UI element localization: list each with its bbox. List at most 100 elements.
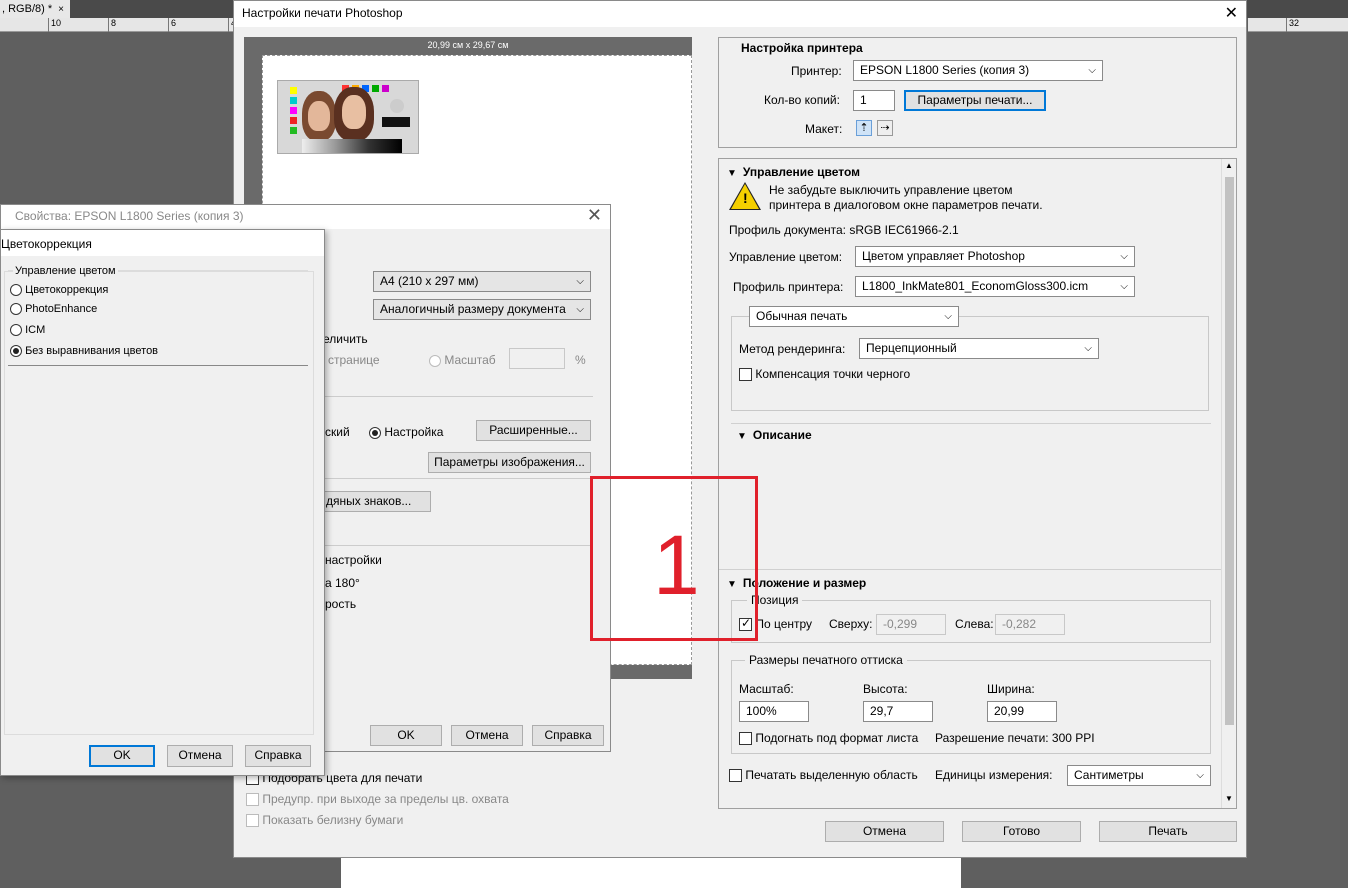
layout-label: Макет: (805, 122, 843, 136)
color-handling-select[interactable]: Цветом управляет Photoshop ⌵ (855, 246, 1135, 267)
ps-tab-close-icon[interactable]: × (58, 4, 64, 15)
height-input[interactable]: 29,7 (863, 701, 933, 722)
print-mode-select[interactable]: Обычная печать ⌵ (749, 306, 959, 327)
done-button[interactable]: Готово (962, 821, 1081, 842)
landscape-layout-icon[interactable]: ⇢ (877, 120, 893, 136)
chevron-down-icon: ⌵ (1120, 251, 1128, 262)
units-select[interactable]: Сантиметры ⌵ (1067, 765, 1211, 786)
watermark-button[interactable]: дяных знаков... (319, 491, 431, 512)
left-input[interactable]: -0,282 (995, 614, 1065, 635)
advanced-button[interactable]: Расширенные... (476, 420, 591, 441)
color-management-group-label: Управление цветом (13, 265, 118, 277)
gamut-warning-option[interactable]: Предупр. при выходе за пределы цв. охват… (246, 792, 509, 807)
ruler-tick: 32 (1286, 18, 1299, 32)
black-point-checkbox[interactable] (739, 368, 752, 382)
black-point-option[interactable]: Компенсация точки черного (739, 367, 910, 382)
scale-radio[interactable] (429, 354, 441, 367)
photoenhance-option[interactable]: PhotoEnhance (10, 303, 98, 316)
printer-profile-select[interactable]: L1800_InkMate801_EconomGloss300.icm ⌵ (855, 276, 1135, 297)
center-label: По центру (755, 617, 813, 631)
scale-input[interactable]: 100% (739, 701, 809, 722)
scrollbar-thumb[interactable] (1225, 177, 1234, 725)
divider (325, 478, 593, 479)
ps-canvas-paper (341, 858, 961, 888)
printer-select[interactable]: EPSON L1800 Series (копия 3) ⌵ (853, 60, 1103, 81)
height-label: Высота: (863, 682, 908, 696)
print-resolution: Разрешение печати: 300 PPI (935, 731, 1095, 745)
print-selection-option[interactable]: Печатать выделенную область (729, 768, 918, 783)
scroll-down-icon[interactable]: ▼ (1225, 794, 1233, 803)
extra-settings-label: настройки (325, 553, 382, 567)
no-color-adjustment-option[interactable]: Без выравнивания цветов (10, 345, 158, 358)
scale-label: Масштаб: (739, 682, 794, 696)
warning-line-2: принтера в диалоговом окне параметров пе… (769, 198, 1043, 212)
scale-option-label: Масштаб (444, 353, 496, 367)
custom-mode-radio[interactable] (369, 426, 381, 439)
fit-page-label: странице (328, 353, 380, 367)
annotation-number: 1 (653, 518, 700, 612)
epson-ok-button[interactable]: OK (370, 725, 442, 746)
printer-setup-header: Настройка принтера (741, 41, 863, 55)
paper-white-checkbox[interactable] (246, 814, 259, 828)
rendering-intent-select[interactable]: Перцепционный ⌵ (859, 338, 1099, 359)
icm-radio[interactable] (10, 324, 22, 337)
description-section-header[interactable]: ▼ Описание (737, 428, 812, 442)
image-options-button[interactable]: Параметры изображения... (428, 452, 591, 473)
epson-help-button[interactable]: Справка (532, 725, 604, 746)
width-input[interactable]: 20,99 (987, 701, 1057, 722)
description-header-label: Описание (752, 428, 812, 442)
color-correction-radio[interactable] (10, 284, 22, 297)
photoenhance-radio[interactable] (10, 303, 22, 316)
print-button[interactable]: Печать (1099, 821, 1237, 842)
epson-cancel-button[interactable]: Отмена (451, 725, 523, 746)
print-settings-button[interactable]: Параметры печати... (904, 90, 1046, 111)
top-input[interactable]: -0,299 (876, 614, 946, 635)
paper-white-label: Показать белизну бумаги (262, 813, 404, 827)
paper-size-select[interactable]: A4 (210 x 297 мм) ⌵ (373, 271, 591, 292)
dialog-title: Настройки печати Photoshop (242, 6, 403, 20)
paper-white-option[interactable]: Показать белизну бумаги (246, 813, 404, 828)
scroll-up-icon[interactable]: ▲ (1225, 161, 1233, 170)
close-icon[interactable]: ✕ (1225, 3, 1238, 23)
color-management-section-header[interactable]: ▼ Управление цветом (727, 165, 860, 179)
copies-input[interactable]: 1 (853, 90, 895, 111)
annotation-box: 1 (590, 476, 758, 641)
print-selection-label: Печатать выделенную область (745, 768, 918, 782)
preview-image-thumbnail (277, 80, 419, 154)
output-size-select[interactable]: Аналогичный размеру документа ⌵ (373, 299, 591, 320)
gamut-warning-label: Предупр. при выходе за пределы цв. охват… (262, 792, 509, 806)
ps-tab-label: , RGB/8) * (2, 3, 53, 15)
scale-spinner[interactable] (509, 348, 565, 369)
icm-option[interactable]: ICM (10, 324, 46, 337)
copies-label: Кол-во копий: (764, 93, 840, 107)
cc-ok-button[interactable]: OK (89, 745, 155, 767)
no-color-adjustment-radio[interactable] (10, 345, 22, 358)
ps-document-tab[interactable]: , RGB/8) * × (0, 0, 70, 18)
scrollbar[interactable]: ▲ ▼ (1221, 159, 1236, 808)
ps-ruler-left: 10 8 6 4 (0, 18, 236, 32)
gamut-warning-checkbox[interactable] (246, 793, 259, 807)
chevron-down-icon: ⌵ (1084, 343, 1092, 354)
cc-cancel-button[interactable]: Отмена (167, 745, 233, 767)
cancel-button[interactable]: Отмена (825, 821, 944, 842)
rendering-group (731, 316, 1209, 411)
document-profile: Профиль документа: sRGB IEC61966-2.1 (729, 223, 959, 237)
portrait-layout-icon[interactable]: ⇡ (856, 120, 872, 136)
chevron-down-icon: ⌵ (1088, 65, 1096, 76)
output-size-value: Аналогичный размеру документа (380, 302, 566, 316)
custom-mode-option[interactable]: Настройка (369, 425, 443, 439)
close-icon[interactable]: ✕ (587, 205, 602, 226)
scale-option[interactable]: Масштаб (429, 353, 496, 367)
fit-media-checkbox[interactable] (739, 732, 752, 746)
color-correction-option[interactable]: Цветокоррекция (10, 284, 109, 297)
fit-media-option[interactable]: Подогнать под формат листа (739, 731, 918, 746)
option-label: ICM (25, 324, 46, 336)
cc-help-button[interactable]: Справка (245, 745, 311, 767)
rendering-intent-label: Метод рендеринга: (739, 342, 846, 356)
print-selection-checkbox[interactable] (729, 769, 742, 783)
color-handling-label: Управление цветом: (729, 250, 843, 264)
printer-profile-value: L1800_InkMate801_EconomGloss300.icm (862, 279, 1089, 293)
option-label: PhotoEnhance (25, 303, 98, 315)
epson-title: Свойства: EPSON L1800 Series (копия 3) (15, 209, 244, 223)
option-label: Цветокоррекция (25, 284, 109, 296)
